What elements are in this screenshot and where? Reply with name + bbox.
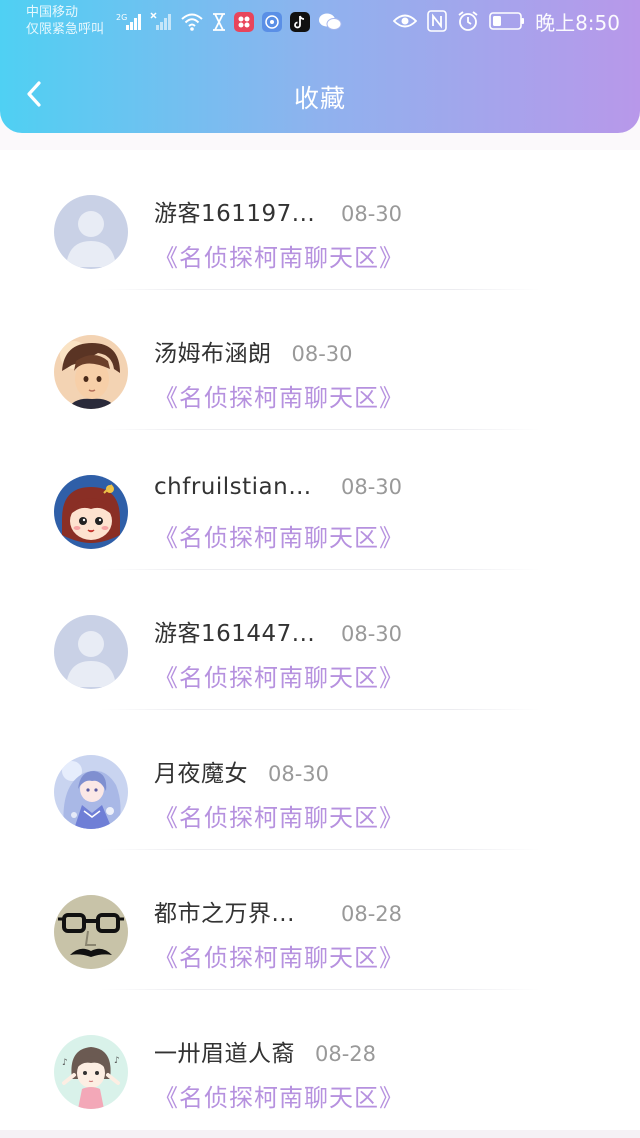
date: 08-28 — [315, 1042, 377, 1066]
no-signal-icon — [150, 11, 172, 33]
eye-icon — [393, 10, 418, 32]
username[interactable]: 一卅眉道人裔 — [154, 1034, 295, 1068]
anime-boy-avatar[interactable] — [54, 335, 128, 409]
status-bar: 中国移动 仅限紧急呼叫 2G 晚上8:50 — [0, 0, 640, 44]
status-clock: 晚上8:50 — [535, 10, 620, 35]
status-icons-right: 晚上8:50 — [393, 8, 620, 35]
app-kugou-icon — [234, 12, 254, 32]
page-title: 收藏 — [293, 84, 346, 113]
name-row: 都市之万界... 08-28 — [154, 894, 402, 928]
topic-link[interactable]: 《名侦探柯南聊天区》 — [154, 518, 404, 553]
name-row: 游客161197... 08-30 — [154, 194, 402, 228]
alarm-icon — [457, 10, 479, 32]
name-row: 游客161447... 08-30 — [154, 614, 402, 648]
username[interactable]: 游客161197... — [154, 194, 322, 228]
battery-icon — [489, 10, 525, 32]
favorites-list: 游客161197... 08-30 《名侦探柯南聊天区》 汤姆布涵朗 08-30 — [0, 150, 640, 1130]
name-row: 一卅眉道人裔 08-28 — [154, 1034, 376, 1068]
username[interactable]: 游客161447... — [154, 614, 322, 648]
topic-link[interactable]: 《名侦探柯南聊天区》 — [154, 1078, 404, 1113]
status-icons-left: 2G — [116, 10, 342, 34]
name-row: 汤姆布涵朗 08-30 — [154, 334, 353, 368]
list-item[interactable]: 汤姆布涵朗 08-30 《名侦探柯南聊天区》 — [0, 290, 640, 430]
anime-witch-avatar[interactable] — [54, 755, 128, 829]
list-item[interactable]: 游客161197... 08-30 《名侦探柯南聊天区》 — [0, 150, 640, 290]
default-avatar[interactable] — [54, 195, 128, 269]
default-avatar[interactable] — [54, 615, 128, 689]
carrier-info: 中国移动 仅限紧急呼叫 — [26, 4, 104, 38]
list-item[interactable]: 都市之万界... 08-28 《名侦探柯南聊天区》 — [0, 850, 640, 990]
wifi-icon — [180, 11, 204, 33]
chibi-girl-avatar[interactable]: ♪ ♪ — [54, 1035, 128, 1109]
username[interactable]: chfruilstiandi... — [154, 474, 322, 500]
app-tiktok-icon — [290, 12, 310, 32]
name-row: chfruilstiandi... 08-30 — [154, 474, 402, 508]
app-music-icon — [262, 12, 282, 32]
name-row: 月夜魔女 08-30 — [154, 754, 329, 788]
username[interactable]: 月夜魔女 — [154, 754, 248, 788]
svg-text:♪: ♪ — [114, 1056, 120, 1066]
topic-link[interactable]: 《名侦探柯南聊天区》 — [154, 658, 404, 693]
username[interactable]: 都市之万界... — [154, 894, 322, 928]
list-item[interactable]: ♪ ♪ 一卅眉道人裔 08-28 《名侦探柯南聊天区》 — [0, 990, 640, 1130]
nfc-icon — [427, 10, 447, 32]
date: 08-30 — [268, 762, 330, 786]
date: 08-30 — [341, 622, 403, 646]
bottom-strip — [0, 1130, 640, 1138]
carrier-name: 中国移动 — [26, 5, 79, 20]
topic-link[interactable]: 《名侦探柯南聊天区》 — [154, 938, 404, 973]
carrier-status: 仅限紧急呼叫 — [26, 22, 105, 37]
date: 08-30 — [291, 342, 353, 366]
username[interactable]: 汤姆布涵朗 — [154, 334, 272, 368]
network-type: 2G — [116, 13, 127, 22]
cartoon-girl-avatar[interactable] — [54, 475, 128, 549]
svg-text:♪: ♪ — [62, 1058, 68, 1068]
signal-icon: 2G — [116, 11, 142, 33]
date: 08-28 — [341, 902, 403, 926]
nav-bar: 收藏 — [0, 62, 640, 132]
date: 08-30 — [341, 475, 403, 499]
list-item[interactable]: chfruilstiandi... 08-30 《名侦探柯南聊天区》 — [0, 430, 640, 570]
header: 中国移动 仅限紧急呼叫 2G 晚上8:50 收藏 — [0, 0, 640, 133]
topic-link[interactable]: 《名侦探柯南聊天区》 — [154, 798, 404, 833]
topic-link[interactable]: 《名侦探柯南聊天区》 — [154, 378, 404, 413]
list-item[interactable]: 游客161447... 08-30 《名侦探柯南聊天区》 — [0, 570, 640, 710]
topic-link[interactable]: 《名侦探柯南聊天区》 — [154, 238, 404, 273]
glasses-mustache-avatar[interactable] — [54, 895, 128, 969]
wechat-icon — [318, 11, 342, 33]
date: 08-30 — [341, 202, 403, 226]
hourglass-icon — [212, 11, 226, 33]
list-item[interactable]: 月夜魔女 08-30 《名侦探柯南聊天区》 — [0, 710, 640, 850]
